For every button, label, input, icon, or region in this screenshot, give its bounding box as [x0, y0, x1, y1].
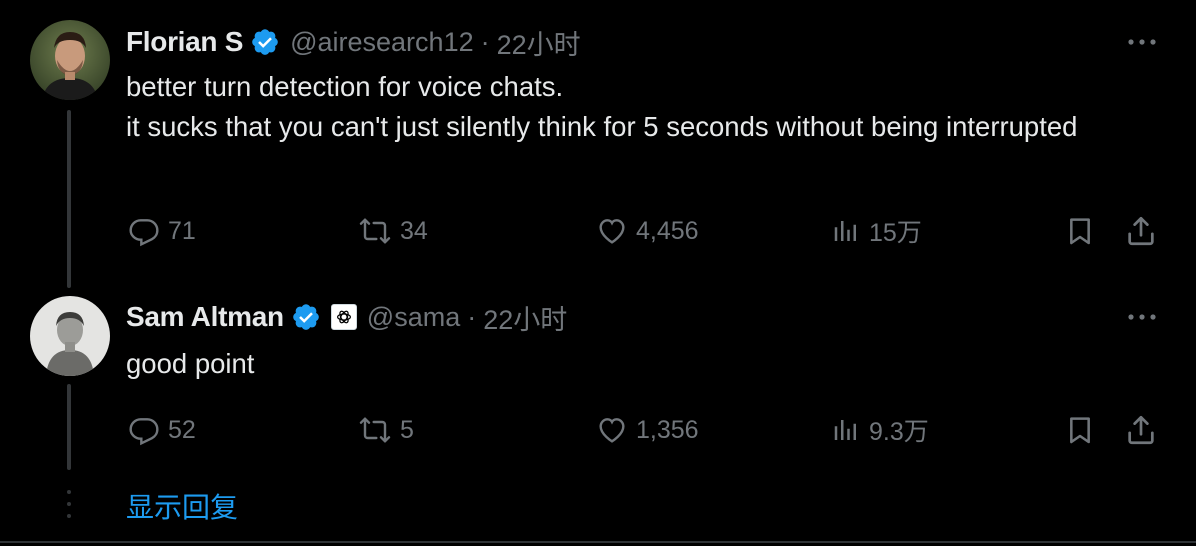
retweet-count: 34: [400, 216, 428, 245]
reply-button[interactable]: 71: [128, 211, 196, 251]
bookmark-icon: [1064, 214, 1096, 248]
separator-dot: ·: [467, 301, 477, 332]
reply-icon: [128, 414, 160, 446]
like-count: 1,356: [636, 415, 699, 444]
tweet-actions: 52 5 1,356 9.3万: [126, 410, 1166, 450]
share-button[interactable]: [1124, 211, 1158, 251]
retweet-count: 5: [400, 415, 414, 444]
tweet[interactable]: Florian S @airesearch12 · 22小时 better tu…: [0, 0, 1196, 290]
avatar[interactable]: [30, 20, 110, 100]
more-icon[interactable]: [1124, 302, 1160, 332]
verified-badge-icon[interactable]: [291, 302, 321, 332]
separator-dot: ·: [480, 26, 490, 57]
share-icon: [1124, 214, 1158, 248]
thread-dots: [67, 490, 71, 526]
show-replies-link[interactable]: 显示回复: [126, 486, 238, 526]
timestamp[interactable]: 22小时: [497, 23, 581, 62]
like-count: 4,456: [636, 216, 699, 245]
retweet-button[interactable]: 5: [358, 410, 414, 450]
tweet-header: Florian S @airesearch12 · 22小时: [126, 23, 581, 62]
like-button[interactable]: 4,456: [596, 211, 699, 251]
bookmark-icon: [1064, 413, 1096, 447]
tweet-text: better turn detection for voice chats. i…: [126, 71, 1078, 142]
views-button[interactable]: 15万: [831, 211, 922, 251]
views-button[interactable]: 9.3万: [831, 410, 929, 450]
bookmark-button[interactable]: [1064, 211, 1096, 251]
bookmark-button[interactable]: [1064, 410, 1096, 450]
views-count: 15万: [869, 219, 922, 247]
retweet-icon: [358, 215, 392, 247]
tweet-actions: 71 34 4,456 15万: [126, 211, 1166, 251]
thread-connector-line: [67, 110, 71, 288]
views-icon: [831, 216, 861, 246]
reply-button[interactable]: 52: [128, 410, 196, 450]
reply-count: 71: [168, 216, 196, 245]
tweet-header: Sam Altman @sama · 22小时: [126, 298, 567, 337]
share-button[interactable]: [1124, 410, 1158, 450]
avatar[interactable]: [30, 296, 110, 376]
openai-logo-icon[interactable]: [330, 304, 357, 330]
retweet-button[interactable]: 34: [358, 211, 428, 251]
conversation-thread: Florian S @airesearch12 · 22小时 better tu…: [0, 0, 1196, 546]
share-icon: [1124, 413, 1158, 447]
tweet[interactable]: Sam Altman @sama · 22小时 good point 52 5 …: [0, 290, 1196, 485]
reply-count: 52: [168, 415, 196, 444]
more-icon[interactable]: [1124, 27, 1160, 57]
reply-icon: [128, 215, 160, 247]
thread-connector-line: [67, 384, 71, 470]
timestamp[interactable]: 22小时: [483, 298, 567, 337]
divider: [0, 541, 1196, 543]
display-name[interactable]: Florian S: [126, 26, 243, 58]
like-button[interactable]: 1,356: [596, 410, 699, 450]
user-handle[interactable]: @sama: [367, 302, 460, 333]
like-icon: [596, 215, 628, 247]
tweet-text: good point: [126, 348, 255, 379]
display-name[interactable]: Sam Altman: [126, 301, 284, 333]
user-handle[interactable]: @airesearch12: [290, 27, 474, 58]
like-icon: [596, 414, 628, 446]
retweet-icon: [358, 414, 392, 446]
views-count: 9.3万: [869, 418, 929, 446]
verified-badge-icon[interactable]: [250, 27, 280, 57]
views-icon: [831, 415, 861, 445]
